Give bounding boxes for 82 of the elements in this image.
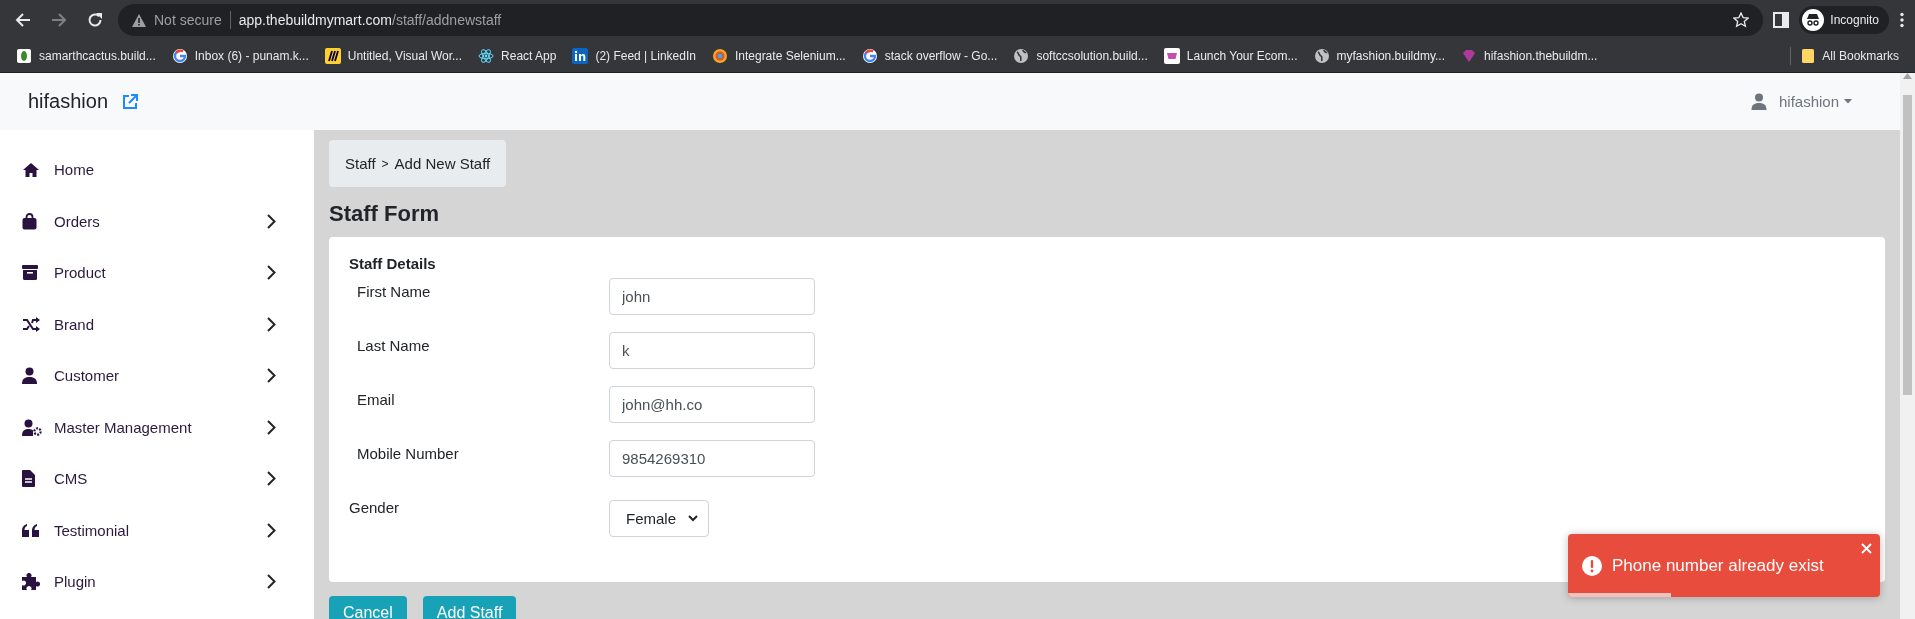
chevron-right-icon	[267, 419, 276, 435]
atom-icon	[478, 48, 495, 64]
brand-name: hifashion	[28, 90, 109, 113]
external-link-icon[interactable]	[122, 93, 139, 110]
caret-icon	[1844, 99, 1852, 104]
cactus-icon	[16, 48, 32, 64]
chevron-right-icon	[267, 368, 276, 384]
security-label: Not secure	[154, 12, 222, 28]
side-panel-icon[interactable]	[1773, 12, 1790, 28]
google-icon	[861, 48, 878, 64]
gender-dropdown[interactable]: Female	[609, 500, 709, 537]
sidebar-item[interactable]: Home	[54, 161, 94, 179]
toast-message: Phone number already exist	[1612, 555, 1824, 576]
bookmark[interactable]: Integrate Selenium...	[705, 45, 852, 67]
field-label: Last Name	[356, 336, 431, 354]
sidebar-item[interactable]: Master Management	[54, 418, 192, 436]
user-icon	[22, 367, 37, 385]
user-icon	[1750, 93, 1767, 110]
quote-icon	[22, 523, 39, 537]
ring-icon	[711, 48, 728, 64]
alert-icon	[1582, 555, 1602, 576]
bookmark[interactable]: myfashion.buildmy...	[1307, 45, 1452, 67]
sidebar-item[interactable]: Plugin	[54, 573, 96, 591]
puzzle-icon	[22, 573, 40, 591]
sidebar-item[interactable]: CMS	[54, 470, 88, 488]
caret-icon	[688, 515, 699, 522]
bookmark[interactable]: hifashion.thebuildm...	[1455, 45, 1604, 67]
linkedin-icon	[572, 48, 589, 64]
bookmark[interactable]: Inbox (6) - punam.k...	[165, 45, 315, 67]
user-gear-icon	[22, 418, 42, 436]
bookmark[interactable]: Launch Your Ecom...	[1157, 45, 1304, 67]
close-icon[interactable]	[1861, 543, 1872, 554]
scrollbar[interactable]	[1900, 73, 1915, 619]
page-title: Staff Form	[329, 201, 440, 227]
sidebar-item[interactable]: Brand	[54, 315, 95, 333]
chevron-right-icon	[267, 316, 276, 332]
sidebar-item[interactable]: Product	[54, 264, 106, 282]
field-label: Gender	[349, 498, 401, 516]
home-icon	[22, 161, 40, 178]
folder-icon	[1801, 48, 1816, 64]
incognito-badge[interactable]: Incognito	[1799, 6, 1889, 34]
bookmark[interactable]: Untitled, Visual Wor...	[318, 45, 469, 67]
address-bar[interactable]: Not secure app.thebuildmymart.com/staff/addnewstaff	[118, 4, 1764, 36]
bookmark[interactable]: samarthcactus.build...	[10, 45, 162, 67]
input-field[interactable]: 9854269310	[609, 440, 815, 477]
chevron-right-icon	[267, 213, 276, 229]
input-field[interactable]: john@hh.co	[609, 386, 815, 423]
user-menu[interactable]: hifashion	[1778, 93, 1852, 110]
incognito-icon	[1802, 9, 1825, 31]
sidebar-item[interactable]: Testimonial	[54, 521, 130, 539]
miro-icon	[324, 48, 341, 64]
chevron-right-icon	[267, 265, 276, 281]
url-text: app.thebuildmymart.com/staff/addnewstaff	[238, 12, 502, 28]
sidebar-item[interactable]: Orders	[54, 212, 100, 230]
chevron-right-icon	[267, 471, 276, 487]
input-field[interactable]: john	[609, 278, 815, 315]
bookmark[interactable]: softccsolution.build...	[1007, 45, 1154, 67]
globe-icon	[1313, 48, 1330, 64]
store-icon	[1163, 48, 1180, 64]
chevron-right-icon	[267, 574, 276, 590]
bookmark[interactable]: React App	[472, 45, 563, 67]
section-title: Staff Details	[349, 255, 437, 272]
all-bookmarks[interactable]: All Bookmarks	[1795, 45, 1905, 67]
star-icon[interactable]	[1733, 12, 1750, 28]
field-label: Mobile Number	[356, 444, 460, 462]
field-label: First Name	[356, 282, 432, 300]
field-label: Email	[356, 390, 396, 408]
chevron-right-icon	[267, 522, 276, 538]
bag-icon	[22, 212, 37, 230]
warning-icon	[132, 13, 146, 27]
bookmark[interactable]: stack overflow - Go...	[855, 45, 1004, 67]
sidebar-item[interactable]: Customer	[54, 367, 120, 385]
more-icon[interactable]	[1899, 12, 1905, 28]
globe-icon	[1013, 48, 1030, 64]
bookmark[interactable]: (2) Feed | LinkedIn	[566, 45, 702, 67]
archive-icon	[22, 265, 38, 281]
file-icon	[22, 470, 35, 488]
gem-icon	[1461, 48, 1478, 64]
shuffle-icon	[22, 316, 40, 332]
input-field[interactable]: k	[609, 332, 815, 369]
google-icon	[171, 48, 188, 64]
breadcrumb: Staff > Add New Staff	[329, 140, 507, 187]
